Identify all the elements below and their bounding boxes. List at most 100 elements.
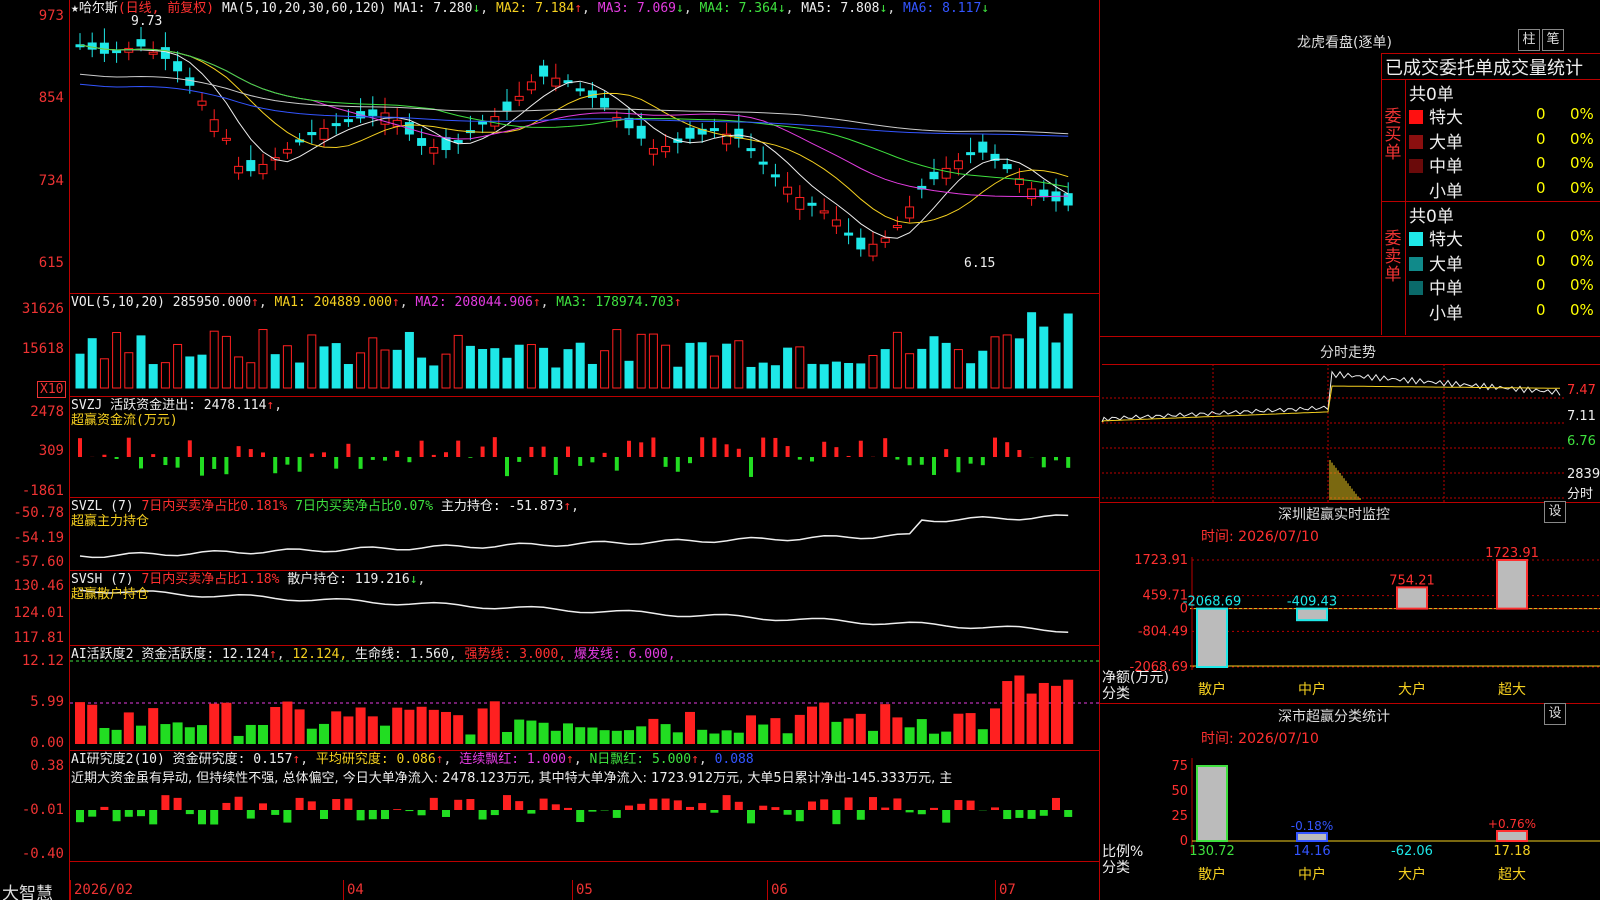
research-bar [161, 795, 170, 810]
volume-bar [673, 366, 683, 389]
svzj-bar [627, 440, 631, 457]
activity-bar [355, 707, 366, 744]
svzj-bar [797, 457, 802, 460]
x-label: 07 [999, 882, 1016, 898]
research-bar [295, 797, 304, 810]
volume-bar [295, 362, 305, 389]
svsh-legend: SVSH (7) 7日内买卖净占比1.18% 散户持仓: 119.216↓, 超… [71, 572, 426, 602]
sell-row-name: 小单 [1429, 303, 1463, 324]
sell-row-count: 0 [1536, 300, 1546, 319]
volume-bar [1039, 326, 1049, 389]
research-bar [625, 805, 633, 810]
vol-ma2: MA2: 208044.906 [415, 295, 533, 310]
ai2-comment: 近期大资金虽有异动, 但持续性不强, 总体偏空, 今日大单净流入: 2478.1… [71, 771, 953, 786]
sell-row-pct: 0% [1570, 251, 1594, 270]
svzj-bar [993, 437, 997, 457]
activity-bar [721, 730, 732, 744]
svzj-bar [358, 457, 363, 469]
class-category-label: 大户 [1398, 866, 1426, 883]
research-bar [454, 799, 463, 810]
activity-bar [441, 711, 451, 744]
research-bar [1015, 810, 1024, 818]
svzj-bar [956, 457, 961, 473]
volume-bar [795, 346, 805, 389]
svzj-bar [322, 452, 326, 457]
candle-body [709, 128, 719, 132]
stock-name[interactable]: ★哈尔斯 [71, 1, 118, 16]
svzj-bar [419, 440, 424, 457]
chart-area[interactable]: 973 854 734 615 31626 15618 X10 2478 309… [0, 0, 1100, 900]
ai2-d: N日飘红: 5.000 [589, 752, 692, 767]
volume-bar [258, 329, 268, 389]
research-bar [210, 810, 219, 825]
volume-bar [697, 342, 707, 389]
svzl-b: 7日内买卖净占比0.07% [295, 499, 434, 514]
svzj-bar [639, 442, 644, 457]
vol-unit-badge[interactable]: X10 [37, 381, 67, 398]
ai1-ytick: 12.12 [21, 653, 64, 669]
intraday-chart[interactable] [1100, 364, 1600, 504]
svzj-bar [102, 454, 107, 457]
research-bar [368, 810, 377, 820]
tick-mode-button[interactable]: 笔 [1542, 29, 1564, 51]
class-ytick: 50 [1171, 784, 1188, 799]
volume-bar [575, 342, 585, 389]
activity-bar [380, 725, 390, 744]
buy-row-count: 0 [1536, 154, 1546, 172]
ai1-ytick: 0.00 [30, 735, 64, 751]
activity-bar [904, 727, 915, 744]
app-brand[interactable]: 大智慧 [2, 879, 53, 900]
buy-row-pct: 0% [1570, 129, 1594, 148]
class-bottom-value: 130.72 [1189, 844, 1235, 859]
activity-bar [599, 730, 610, 744]
activity-bar [1038, 682, 1049, 744]
research-bar [1039, 810, 1048, 816]
volume-bar [429, 365, 439, 389]
x-axis: 2026/02 04 05 06 07 [70, 880, 1099, 900]
candle-body [770, 174, 780, 178]
candle-body [783, 186, 793, 195]
sz-monitor-chart[interactable]: 1723.91459.710-804.49-2068.69-2068.69散户-… [1100, 502, 1600, 702]
ma-legend-item: MA3: 7.069 [597, 1, 676, 16]
candle-body [526, 81, 536, 91]
svzl-sub: 超赢主力持仓 [71, 514, 150, 529]
pane-divider [70, 293, 1099, 294]
volume-bar [648, 333, 658, 389]
volume-bar [844, 362, 854, 389]
research-bar [429, 797, 438, 810]
sell-color-swatch [1409, 256, 1423, 271]
candle-body [648, 147, 658, 155]
svzj-bar [590, 457, 595, 463]
candle-body [1039, 189, 1049, 198]
activity-bar [953, 713, 964, 744]
activity-bar [1026, 693, 1037, 744]
intraday-vol-unit: 分时 [1567, 487, 1594, 502]
activity-bar [392, 707, 403, 744]
svzj-bar [468, 457, 473, 458]
volume-bar [953, 349, 963, 389]
volume-bar [112, 332, 122, 389]
svzj-bar [505, 457, 509, 477]
sz-class-chart[interactable]: 75 50 25 0130.72 散户 -0.18% 14.16 中户 -62.06 大户 +0.7… [1100, 703, 1600, 900]
activity-bar [624, 730, 634, 744]
volume-bar [246, 362, 256, 389]
svzj-bar [114, 457, 119, 459]
volume-bar [612, 329, 622, 389]
svzj-bar [236, 446, 241, 457]
class-bottom-value: -62.06 [1391, 844, 1433, 859]
sell-color-swatch [1409, 232, 1423, 246]
monitor-bar [1196, 607, 1228, 668]
svzj-bar [822, 441, 827, 457]
buy-row-name: 特大 [1429, 108, 1463, 128]
candle-body [758, 161, 768, 165]
ai2-ytick: 0.38 [30, 758, 64, 774]
candle-body [112, 49, 122, 54]
svzj-bar [602, 452, 607, 457]
research-bar [722, 795, 731, 810]
activity-bar [685, 711, 695, 744]
activity-bar [197, 725, 207, 744]
bar-mode-button[interactable]: 柱 [1518, 29, 1540, 51]
activity-bar [636, 726, 647, 744]
volume-bar [490, 348, 500, 389]
volume-bar [856, 363, 866, 389]
